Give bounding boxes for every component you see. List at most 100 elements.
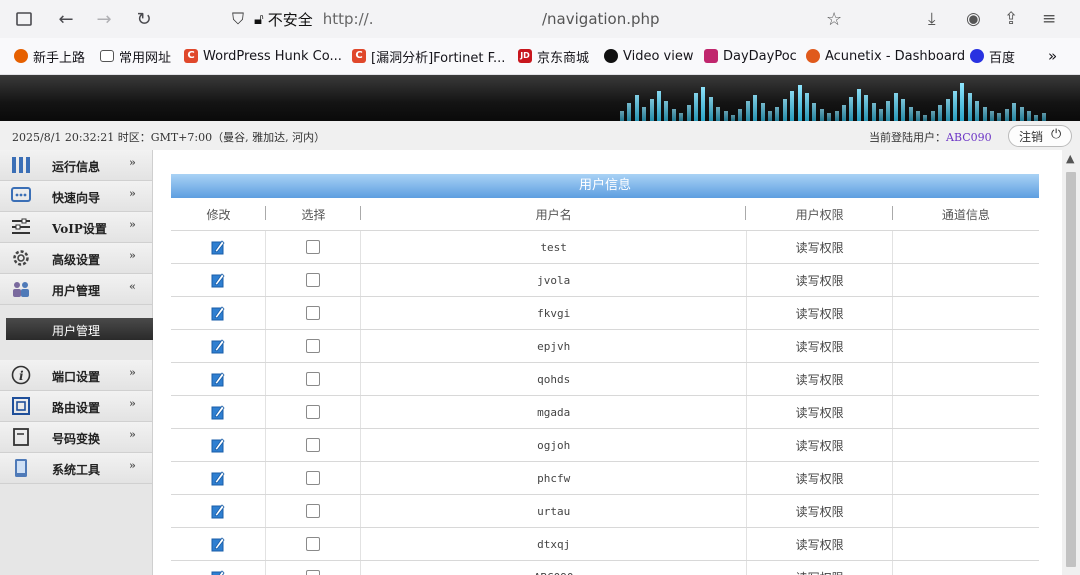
- chevron-down-icon: »: [129, 366, 136, 379]
- power-icon: ⏻: [1051, 127, 1062, 142]
- equalizer-bar: [679, 113, 684, 121]
- bookmark-item[interactable]: 新手上路: [14, 38, 85, 74]
- username-cell: mgada: [360, 395, 747, 429]
- equalizer-bar: [997, 113, 1002, 121]
- row-checkbox[interactable]: [306, 438, 321, 452]
- equalizer-bar: [938, 105, 943, 121]
- equalizer-bar: [960, 83, 965, 121]
- row-checkbox[interactable]: [306, 537, 321, 551]
- shield-icon[interactable]: ⛉: [232, 9, 244, 29]
- equalizer-bar: [1041, 113, 1046, 121]
- c-logo-icon: C: [352, 49, 366, 63]
- equalizer-bar: [916, 111, 920, 121]
- submenu-user-management[interactable]: 用户管理: [6, 318, 161, 340]
- username-cell: ogjoh: [360, 428, 747, 462]
- channel-cell: [892, 560, 1039, 575]
- permission-cell: 读写权限: [746, 527, 894, 561]
- edit-icon[interactable]: [211, 371, 225, 387]
- equalizer-bar: [893, 93, 898, 121]
- select-cell: [265, 494, 362, 528]
- row-checkbox[interactable]: [306, 504, 321, 518]
- row-checkbox[interactable]: [306, 405, 321, 419]
- table-row: phcfw 读写权限: [171, 461, 1039, 495]
- edit-icon[interactable]: [211, 404, 225, 420]
- channel-cell: [892, 263, 1039, 297]
- edit-icon[interactable]: [211, 305, 225, 321]
- reload-button[interactable]: ↻: [132, 0, 156, 38]
- current-user-name: ABC090: [946, 131, 992, 144]
- equalizer-bar: [842, 105, 846, 121]
- sidebar-toggle-icon[interactable]: [14, 0, 34, 38]
- edit-icon[interactable]: [211, 239, 225, 255]
- bookmark-item[interactable]: C [漏洞分析]Fortinet F...: [352, 38, 505, 74]
- menu-icon[interactable]: ≡: [1042, 9, 1056, 29]
- url-suffix[interactable]: /navigation.php: [542, 10, 660, 28]
- bookmarks-bar: 新手上路 常用网址 C WordPress Hunk Co... C [漏洞分析]F…: [0, 38, 1080, 75]
- row-checkbox[interactable]: [306, 339, 321, 353]
- logout-button[interactable]: 注销 ⏻: [1008, 125, 1072, 147]
- equalizer-bar: [849, 97, 854, 121]
- scroll-up-arrow-icon[interactable]: ▲: [1066, 152, 1074, 165]
- equalizer-bar: [967, 93, 972, 121]
- select-cell: [265, 428, 362, 462]
- select-cell: [265, 329, 362, 363]
- back-button[interactable]: ←: [54, 0, 78, 38]
- channel-cell: [892, 461, 1039, 495]
- edit-cell: [171, 362, 267, 396]
- edit-icon[interactable]: [211, 272, 225, 288]
- sidebar-item-runtime-info[interactable]: 运行信息 »: [0, 150, 152, 181]
- select-cell: [265, 296, 362, 330]
- edit-icon[interactable]: [211, 470, 225, 486]
- bookmark-item[interactable]: DayDayPoc: [704, 38, 797, 74]
- equalizer-bar: [805, 93, 809, 121]
- bookmark-item[interactable]: 百度: [970, 38, 1015, 74]
- forward-button[interactable]: →: [92, 0, 116, 38]
- sidebar-item-number-transform[interactable]: 号码变换 »: [0, 422, 152, 453]
- edit-icon[interactable]: [211, 437, 225, 453]
- equalizer-bar: [1027, 111, 1031, 121]
- sidebar-item-user-management[interactable]: 用户管理 «: [0, 274, 152, 305]
- row-checkbox[interactable]: [306, 306, 321, 320]
- bar-chart-icon: [12, 157, 30, 173]
- column-header-permission: 用户权限: [746, 198, 893, 231]
- bookmark-item[interactable]: Acunetix - Dashboard: [806, 38, 965, 74]
- edit-icon[interactable]: [211, 338, 225, 354]
- gear-icon: [13, 250, 29, 266]
- url-prefix[interactable]: http://.: [323, 10, 374, 28]
- scrollbar-thumb[interactable]: [1066, 172, 1076, 567]
- sidebar-item-voip-settings[interactable]: VoIP设置 »: [0, 212, 152, 243]
- account-icon[interactable]: ◉: [966, 9, 981, 29]
- address-bar[interactable]: ⛉ 🔓︎ 不安全 http://. /navigation.php: [222, 5, 862, 33]
- table-row: dtxqj 读写权限: [171, 527, 1039, 561]
- sidebar-item-port-settings[interactable]: i 端口设置 »: [0, 360, 152, 391]
- insecure-lock-icon[interactable]: 🔓︎: [254, 10, 264, 28]
- bookmark-item[interactable]: Video view: [604, 38, 694, 74]
- row-checkbox[interactable]: [306, 570, 321, 575]
- column-header-channel: 通道信息: [892, 198, 1039, 231]
- edit-icon[interactable]: [211, 569, 225, 575]
- security-label[interactable]: 不安全: [268, 9, 313, 30]
- sidebar-item-quick-wizard[interactable]: 快速向导 »: [0, 181, 152, 212]
- bookmark-item[interactable]: JD 京东商城: [518, 38, 589, 74]
- bookmark-item[interactable]: C WordPress Hunk Co...: [184, 38, 342, 74]
- share-icon[interactable]: ⇪: [1004, 9, 1018, 29]
- edit-icon[interactable]: [211, 536, 225, 552]
- equalizer-bar: [1019, 107, 1024, 121]
- sidebar-item-system-tools[interactable]: 系统工具 »: [0, 453, 152, 484]
- row-checkbox[interactable]: [306, 372, 321, 386]
- edit-icon[interactable]: [211, 503, 225, 519]
- channel-cell: [892, 329, 1039, 363]
- row-checkbox[interactable]: [306, 273, 321, 287]
- download-icon[interactable]: ⤓: [928, 9, 936, 29]
- username-cell: test: [360, 230, 747, 264]
- bookmarks-overflow-button[interactable]: »: [1048, 38, 1057, 74]
- table-row: urtau 读写权限: [171, 494, 1039, 528]
- sidebar-item-routing-settings[interactable]: 路由设置 »: [0, 391, 152, 422]
- equalizer-bar: [745, 101, 750, 121]
- row-checkbox[interactable]: [306, 471, 321, 485]
- row-checkbox[interactable]: [306, 240, 321, 254]
- vertical-scrollbar[interactable]: ▲: [1062, 150, 1080, 575]
- bookmark-folder[interactable]: 常用网址: [100, 38, 171, 74]
- bookmark-star-icon[interactable]: ☆: [826, 9, 842, 30]
- sidebar-item-advanced-settings[interactable]: 高级设置 »: [0, 243, 152, 274]
